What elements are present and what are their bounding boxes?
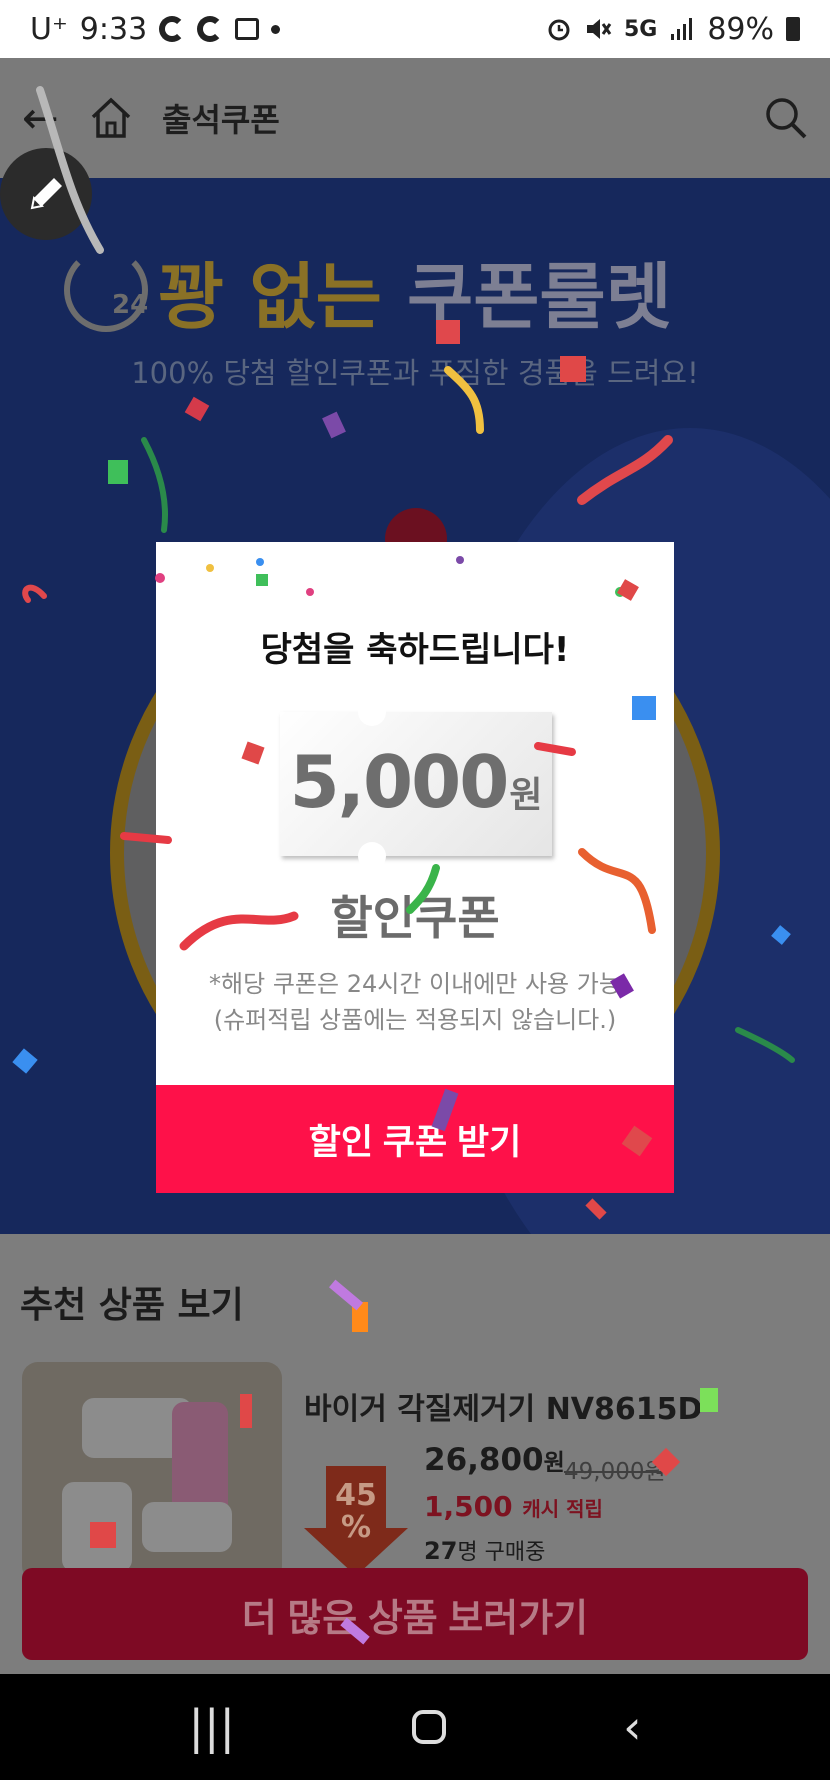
- mute-icon: [586, 19, 612, 39]
- buyers-number: 27: [424, 1537, 458, 1565]
- notice-line-1: *해당 쿠폰은 24시간 이내에만 사용 가능: [209, 970, 621, 998]
- get-coupon-button[interactable]: 할인 쿠폰 받기: [156, 1085, 674, 1193]
- buyers-count: 27명 구매중: [424, 1534, 545, 1566]
- product-price: 26,800원: [424, 1442, 565, 1478]
- modal-title: 당첨을 축하드립니다!: [260, 630, 570, 670]
- home-icon[interactable]: [88, 95, 134, 141]
- home-button-icon[interactable]: [412, 1710, 447, 1744]
- discount-unit: %: [340, 1510, 372, 1545]
- banner-title-highlight: 꽝 없는: [158, 255, 382, 339]
- coupon-notch: [358, 842, 386, 870]
- signal-icon: [671, 18, 693, 40]
- carrier-label: U⁺: [30, 11, 68, 47]
- original-price: 49,000원: [564, 1459, 666, 1485]
- search-icon[interactable]: [764, 96, 808, 140]
- banner-title: 꽝 없는 쿠폰룰렛: [0, 238, 830, 343]
- coupon-unit: 원: [509, 775, 543, 816]
- more-products-button[interactable]: 더 많은 상품 보러가기: [22, 1568, 808, 1660]
- cash-amount: 1,500: [424, 1490, 513, 1523]
- coupon-notch: [358, 698, 386, 726]
- coupon-notice: *해당 쿠폰은 24시간 이내에만 사용 가능 (슈퍼적립 상품에는 적용되지 …: [156, 966, 674, 1038]
- price-value: 26,800: [424, 1442, 544, 1478]
- system-nav-bar: ||| ‹: [0, 1674, 830, 1780]
- price-unit: 원: [543, 1450, 565, 1476]
- banner-title-main: 쿠폰룰렛: [406, 255, 672, 339]
- battery-icon: [786, 17, 800, 41]
- product-name[interactable]: 바이거 각질제거기 NV8615D: [304, 1384, 702, 1428]
- notice-line-2: (슈퍼적립 상품에는 적용되지 않습니다.): [213, 1006, 617, 1034]
- recommended-title: 추천 상품 보기: [20, 1285, 244, 1326]
- cash-reward: 1,500 캐시 적립: [424, 1490, 603, 1523]
- back-arrow-icon[interactable]: ←: [22, 93, 68, 144]
- nav-back-icon[interactable]: ‹: [623, 1700, 641, 1754]
- clock-time: 9:33: [79, 11, 148, 47]
- app-header: ← 출석쿠폰: [0, 58, 830, 178]
- network-type-label: 5G: [623, 16, 658, 42]
- edit-pencil-button[interactable]: [0, 148, 92, 240]
- app-notification-icon: [197, 16, 224, 42]
- image-icon: [235, 18, 260, 40]
- page-title: 출석쿠폰: [162, 101, 280, 139]
- product-image[interactable]: [22, 1362, 282, 1582]
- discount-badge: 45 %: [302, 1480, 410, 1544]
- app-notification-icon: [159, 16, 186, 42]
- discount-number: 45: [335, 1478, 377, 1513]
- buyers-label: 명 구매중: [457, 1540, 546, 1565]
- status-bar: U⁺ 9:33 5G 89%: [0, 0, 830, 58]
- coupon-label: 할인쿠폰: [330, 891, 500, 945]
- recent-apps-icon[interactable]: |||: [189, 1700, 236, 1754]
- battery-percent: 89%: [707, 11, 774, 47]
- cash-label: 캐시 적립: [522, 1497, 603, 1521]
- pencil-icon: [30, 178, 62, 210]
- banner-subtitle: 100% 당첨 할인쿠폰과 푸짐한 경품을 드려요!: [131, 356, 699, 390]
- more-notifications-icon: [271, 24, 281, 34]
- coupon-amount: 5,000: [289, 740, 510, 824]
- winner-modal: 당첨을 축하드립니다! 5,000 원 할인쿠폰 *해당 쿠폰은 24시간 이내…: [156, 542, 674, 1193]
- alarm-icon: [548, 19, 570, 41]
- coupon-ticket: 5,000 원: [280, 698, 552, 870]
